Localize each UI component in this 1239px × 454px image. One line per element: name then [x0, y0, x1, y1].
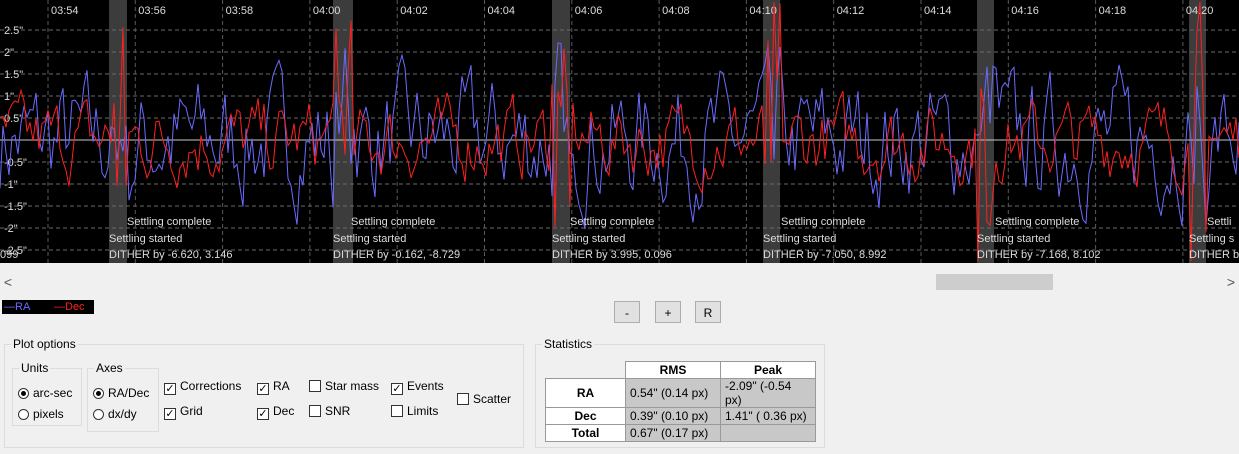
- time-tick-label: 04:02: [400, 5, 428, 17]
- scatter-checkbox[interactable]: Scatter: [457, 391, 511, 407]
- settling-started-label: Settling s: [1189, 233, 1235, 245]
- statistics-table: RMS Peak RA 0.54" (0.14 px) -2.09" (-0.5…: [545, 361, 816, 442]
- guide-graph[interactable]: 03:54 03:56 03:58 04:00 04:02 04:04 04:06 04:08…: [0, 0, 1239, 263]
- dither-label: DITHER by -7.168, 8.102: [977, 249, 1101, 261]
- snr-checkbox[interactable]: SNR: [309, 403, 350, 419]
- time-tick-label: 04:10: [749, 5, 777, 17]
- settling-started-label: Settling started: [763, 233, 836, 245]
- y-tick-label: 1": [4, 91, 14, 103]
- time-tick-label: 04:12: [837, 5, 865, 17]
- stats-row-label: Dec: [545, 407, 626, 425]
- checkbox-checked-icon[interactable]: ✓: [164, 408, 176, 420]
- axes-title: Axes: [94, 361, 125, 375]
- settling-complete-label: Settli: [1207, 216, 1231, 228]
- axes-dxdy-radio[interactable]: dx/dy: [93, 406, 137, 422]
- corrections-checkbox[interactable]: ✓ Corrections: [164, 378, 241, 395]
- star-mass-checkbox[interactable]: Star mass: [309, 378, 379, 394]
- units-arcsec-radio[interactable]: arc-sec: [18, 385, 72, 401]
- settling-band: [977, 0, 994, 263]
- dither-label: DITHER by -6.620, 3.146: [109, 249, 233, 261]
- dither-label: DITHER by -7.050, 8.992: [763, 249, 887, 261]
- time-tick-label: 03:54: [51, 5, 79, 17]
- settling-started-label: Settling started: [552, 233, 625, 245]
- radio-arcsec[interactable]: [18, 388, 29, 399]
- time-tick-label: 04:06: [575, 5, 603, 17]
- zoom-in-button[interactable]: +: [655, 301, 681, 323]
- radio-dxdy[interactable]: [93, 409, 104, 420]
- time-tick-label: 04:14: [924, 5, 952, 17]
- stats-rms-value: 0.39" (0.10 px): [625, 407, 721, 425]
- units-pixels-radio[interactable]: pixels: [18, 406, 64, 422]
- dither-label: DITHER by -0.162, -8.729: [333, 249, 460, 261]
- stats-row-label: RA: [545, 378, 626, 408]
- dither-label: DITHER by 3.995, 0.096: [552, 249, 672, 261]
- stats-row-dec: Dec 0.39" (0.10 px) 1.41" ( 0.36 px): [545, 407, 816, 425]
- ra-checkbox[interactable]: ✓ RA: [257, 378, 290, 395]
- plot-options-group: Plot options: [4, 337, 524, 448]
- time-tick-label: 03:56: [138, 5, 166, 17]
- legend-dec: —Dec: [54, 301, 85, 313]
- left-edge-label: 099: [0, 249, 18, 261]
- stats-peak-value: [720, 424, 816, 442]
- settling-started-label: Settling started: [977, 233, 1050, 245]
- y-tick-label: -2": [4, 223, 18, 235]
- units-title: Units: [19, 361, 51, 375]
- time-tick-label: 04:08: [662, 5, 690, 17]
- checkbox-unchecked-icon[interactable]: [391, 405, 403, 417]
- plot-options-title: Plot options: [11, 337, 78, 351]
- y-tick-label: 1.5": [4, 69, 23, 81]
- stats-corner: [546, 362, 626, 379]
- time-tick-label: 04:16: [1011, 5, 1039, 17]
- scroll-right-icon[interactable]: >: [1223, 272, 1239, 292]
- checkbox-unchecked-icon[interactable]: [457, 393, 469, 405]
- radio-pixels[interactable]: [18, 409, 29, 420]
- stats-peak-value: 1.41" ( 0.36 px): [720, 407, 816, 425]
- time-tick-label: 04:04: [488, 5, 516, 17]
- zoom-out-button[interactable]: -: [614, 301, 640, 323]
- checkbox-checked-icon[interactable]: ✓: [257, 408, 269, 420]
- events-checkbox[interactable]: ✓ Events: [391, 378, 444, 395]
- settling-complete-label: Settling complete: [127, 216, 211, 228]
- reset-zoom-button[interactable]: R: [695, 301, 721, 323]
- limits-checkbox[interactable]: Limits: [391, 403, 438, 419]
- radio-radec[interactable]: [93, 388, 104, 399]
- stats-row-ra: RA 0.54" (0.14 px) -2.09" (-0.54 px): [545, 378, 816, 408]
- dither-label: DITHER b: [1189, 249, 1239, 261]
- y-tick-label: 2": [4, 47, 14, 59]
- checkbox-checked-icon[interactable]: ✓: [164, 383, 176, 395]
- time-tick-label: 04:00: [313, 5, 341, 17]
- settling-complete-label: Settling complete: [781, 216, 865, 228]
- legend-ra: —RA: [4, 301, 31, 313]
- settling-complete-label: Settling complete: [570, 216, 654, 228]
- checkbox-unchecked-icon[interactable]: [309, 405, 321, 417]
- stats-rms-value: 0.67" (0.17 px): [625, 424, 721, 442]
- stats-header-peak: Peak: [720, 361, 816, 379]
- ra-trace: [0, 42, 1239, 230]
- stats-header-rms: RMS: [625, 361, 721, 379]
- y-tick-label: -1": [4, 179, 18, 191]
- settling-complete-label: Settling complete: [351, 216, 435, 228]
- checkbox-checked-icon[interactable]: ✓: [391, 383, 403, 395]
- checkbox-unchecked-icon[interactable]: [309, 380, 321, 392]
- stats-row-total: Total 0.67" (0.17 px): [545, 424, 816, 442]
- stats-row-label: Total: [545, 424, 626, 442]
- stats-rms-value: 0.54" (0.14 px): [625, 378, 721, 408]
- time-tick-label: 04:18: [1099, 5, 1127, 17]
- scroll-left-icon[interactable]: <: [0, 272, 16, 292]
- settling-started-label: Settling started: [333, 233, 406, 245]
- checkbox-checked-icon[interactable]: ✓: [257, 383, 269, 395]
- y-tick-label: -1.5": [4, 201, 27, 213]
- settling-started-label: Settling started: [109, 233, 182, 245]
- time-tick-label: 03:58: [226, 5, 254, 17]
- stats-peak-value: -2.09" (-0.54 px): [720, 378, 816, 408]
- series-legend: —RA —Dec: [2, 300, 94, 314]
- y-tick-label: 2.5": [4, 25, 23, 37]
- settling-complete-label: Settling complete: [995, 216, 1079, 228]
- dec-checkbox[interactable]: ✓ Dec: [257, 403, 294, 420]
- statistics-title: Statistics: [542, 337, 595, 351]
- axes-radec-radio[interactable]: RA/Dec: [93, 385, 149, 401]
- grid-checkbox[interactable]: ✓ Grid: [164, 403, 203, 420]
- horizontal-scrollbar[interactable]: < >: [0, 272, 1239, 292]
- scrollbar-thumb[interactable]: [936, 274, 1053, 290]
